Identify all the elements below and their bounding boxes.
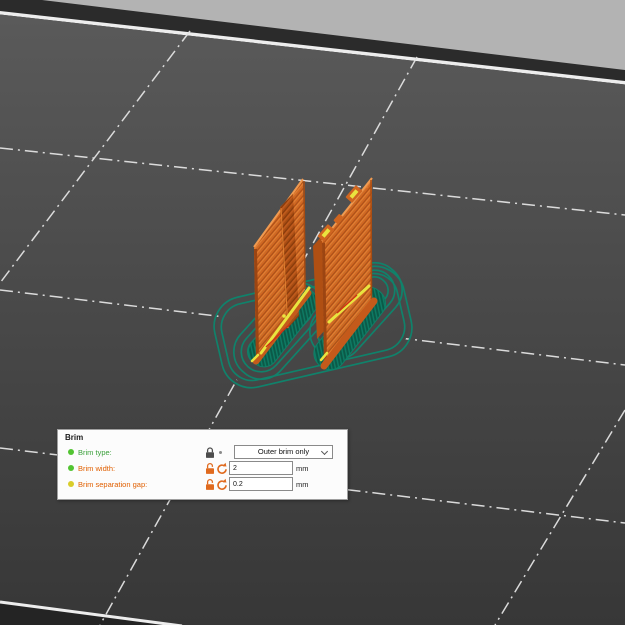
brim-type-dropdown[interactable]: Outer brim only: [234, 445, 333, 459]
setting-label: Brim width:: [78, 464, 115, 473]
chevron-down-icon: [321, 448, 328, 455]
unit-label: mm: [296, 480, 309, 489]
setting-row-brim-separation-gap: Brim separation gap: mm: [58, 477, 347, 492]
setting-bullet: [68, 449, 74, 455]
slicer-3d-viewport: Brim Brim type: Outer brim only Brim wid…: [0, 0, 625, 625]
panel-title: Brim: [65, 433, 83, 442]
setting-row-brim-type: Brim type: Outer brim only: [58, 445, 347, 460]
unit-label: mm: [296, 464, 309, 473]
setting-label: Brim type:: [78, 448, 112, 457]
bed-preview-scene: [0, 0, 625, 625]
setting-bullet: [68, 465, 74, 471]
brim-separation-gap-input[interactable]: [229, 477, 293, 491]
setting-row-brim-width: Brim width: mm: [58, 461, 347, 476]
model-right-right-edge: [371, 180, 372, 299]
setting-label: Brim separation gap:: [78, 480, 147, 489]
brim-settings-panel: Brim Brim type: Outer brim only Brim wid…: [57, 429, 348, 500]
model-left-side-edge: [256, 249, 258, 356]
lock-closed-icon[interactable]: [204, 446, 216, 459]
undo-arrow-icon[interactable]: [216, 462, 228, 475]
lock-open-icon[interactable]: [204, 462, 216, 475]
model-left-right-edge: [304, 181, 305, 289]
lock-open-icon[interactable]: [204, 478, 216, 491]
unmodified-dot: [216, 446, 228, 459]
brim-type-value: Outer brim only: [258, 447, 309, 456]
setting-bullet: [68, 481, 74, 487]
model-left-infill-dot: [282, 314, 286, 318]
brim-width-input[interactable]: [229, 461, 293, 475]
undo-arrow-icon[interactable]: [216, 478, 228, 491]
model-right-side-edge: [324, 243, 326, 361]
